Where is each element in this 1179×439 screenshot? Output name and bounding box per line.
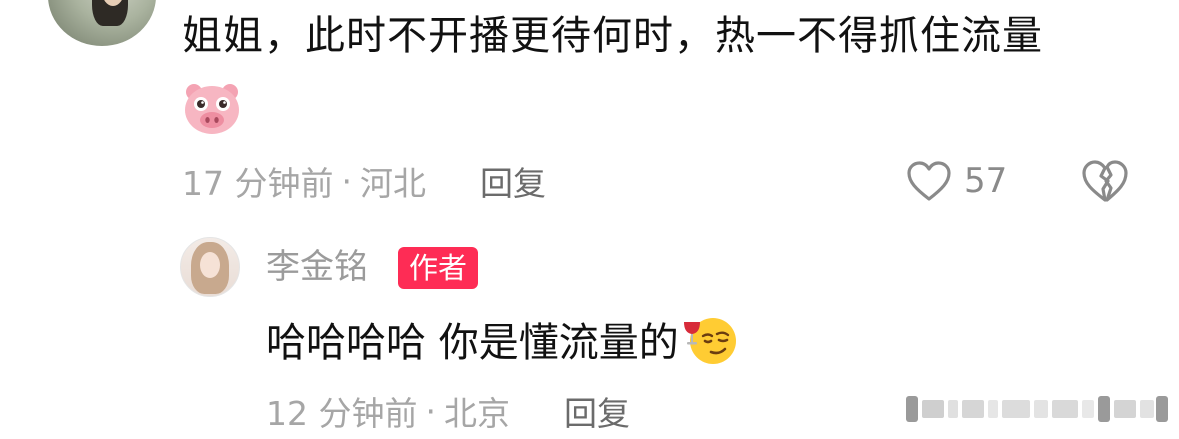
watermark-icon — [906, 396, 1168, 422]
meta-separator: · — [425, 391, 436, 431]
comment-meta: 17 分钟前 · 河北 回复 — [182, 156, 546, 206]
comment-text: 姐姐，此时不开播更待何时，热一不得抓住流量 — [182, 13, 1043, 59]
comment-thread: 姐姐，此时不开播更待何时，热一不得抓住流量 17 分钟前 · 河北 回复 57 … — [0, 0, 1179, 439]
avatar[interactable] — [48, 0, 156, 46]
reply-avatar[interactable] — [180, 237, 240, 297]
reply-text-content: 哈哈哈哈 你是懂流量的 — [266, 320, 679, 366]
reply-meta: 12 分钟前 · 北京 回复 — [266, 386, 630, 436]
broken-heart-icon[interactable] — [1080, 156, 1130, 206]
like-count: 57 — [964, 161, 1008, 201]
meta-separator: · — [341, 161, 352, 201]
wine-smirk-emoji-icon — [683, 318, 736, 364]
reply-location: 北京 — [443, 394, 510, 433]
author-badge: 作者 — [398, 247, 478, 289]
comment-time: 17 分钟前 — [182, 164, 334, 203]
like-button[interactable]: 57 — [906, 156, 1007, 206]
reply-time: 12 分钟前 — [266, 394, 418, 433]
comment-location: 河北 — [359, 164, 426, 203]
reply-author-name[interactable]: 李金铭 — [266, 244, 368, 290]
reply-button[interactable]: 回复 — [480, 157, 546, 205]
reply-text: 哈哈哈哈 你是懂流量的 — [266, 314, 739, 371]
pig-face-emoji-icon — [185, 84, 239, 134]
heart-outline-icon — [907, 161, 951, 201]
reply-button[interactable]: 回复 — [564, 387, 630, 435]
avatar-face — [200, 252, 220, 278]
